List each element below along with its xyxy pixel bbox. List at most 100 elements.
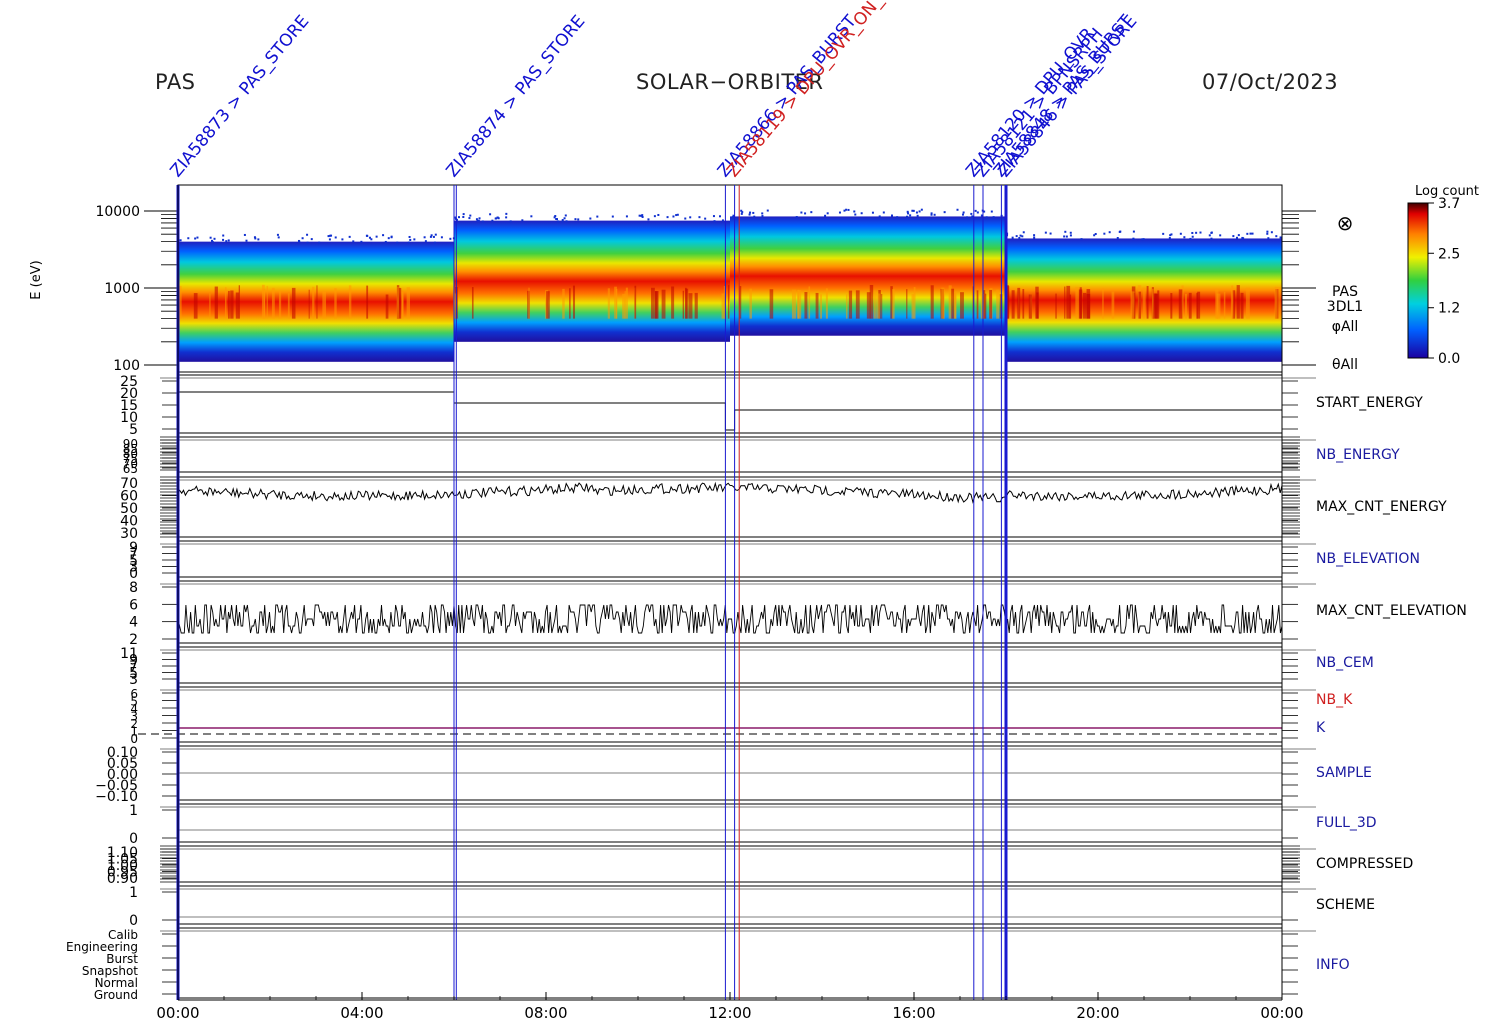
spectrogram-texture (1216, 293, 1221, 319)
spectrogram-texture (848, 290, 853, 319)
spectrogram-speckle (826, 212, 829, 215)
spectrogram-texture (804, 292, 808, 319)
spectrogram-speckle (1236, 236, 1239, 239)
spectrogram-texture (654, 291, 659, 319)
spectrogram-speckle (440, 236, 443, 239)
spectrogram-texture (1138, 291, 1142, 319)
spectrogram-speckle (761, 215, 764, 218)
spectrogram-speckle (352, 240, 355, 243)
spectrogram-texture (1055, 293, 1057, 319)
spectrogram-texture (873, 290, 876, 319)
spectrogram-speckle (1242, 237, 1245, 240)
panel-tick-label: 1 (129, 803, 138, 819)
spectrogram-speckle (933, 213, 936, 216)
spectrogram-speckle (423, 236, 426, 239)
spectrogram-panel: 10000 1000 100 E (eV) ⊗ PAS3DL1 φAll θAll (29, 184, 1363, 374)
spectrogram-speckle (718, 215, 721, 218)
spectrogram-speckle (409, 238, 412, 241)
spectrogram-texture (1064, 286, 1066, 319)
spectrogram-speckle (909, 214, 912, 217)
panel-tick-label: 3 (129, 672, 138, 688)
spectrogram-speckle (509, 220, 512, 223)
panel-label-k: K (1316, 720, 1326, 736)
spectrogram-speckle (985, 216, 988, 219)
spectrogram-texture (1184, 293, 1187, 319)
spectrogram-texture (727, 285, 730, 319)
energy-axis-label: E (eV) (29, 260, 44, 299)
spectrogram-speckle (1208, 234, 1211, 237)
spectrogram-speckle (795, 216, 798, 219)
spectrogram-speckle (1179, 232, 1182, 235)
spectrogram-speckle (563, 217, 566, 220)
spectrogram-speckle (956, 208, 959, 211)
panel-label-nb_elevation: NB_ELEVATION (1316, 551, 1420, 567)
pas-summary-chart: 100001000100E (eV)⊗PAS3DL1φAllθAll START… (29, 0, 1479, 1020)
spectrogram-speckle (298, 240, 301, 243)
spectrogram-texture (1223, 291, 1226, 319)
panel-tick-label: 65 (123, 462, 138, 476)
spectrogram-texture (1188, 292, 1192, 319)
spectrogram-speckle (179, 239, 182, 242)
spectrogram-speckle (915, 211, 918, 214)
spectrogram-block (454, 220, 730, 342)
spectrogram-side-label: θAll (1332, 357, 1358, 373)
energy-tick-label: 1000 (104, 281, 140, 297)
spectrogram-speckle (1069, 234, 1072, 237)
spectrogram-speckle (277, 236, 280, 239)
spectrogram-speckle (990, 210, 993, 213)
spectrogram-speckle (853, 210, 856, 213)
spectrogram-speckle (375, 235, 378, 238)
spectrogram-speckle (348, 235, 351, 238)
spectrogram-speckle (713, 220, 716, 223)
spectrogram-speckle (1065, 235, 1068, 238)
spectrogram-speckle (740, 209, 743, 212)
panel-label-full_3d: FULL_3D (1316, 815, 1377, 831)
spectrogram-speckle (930, 212, 933, 215)
spectrogram-texture (651, 287, 655, 319)
spectrogram-speckle (329, 234, 332, 237)
spectrogram-texture (960, 292, 964, 319)
spectrogram-speckle (245, 239, 248, 242)
spectrogram-speckle (481, 220, 484, 223)
spectrogram-texture (1157, 290, 1160, 319)
spectrogram-speckle (1246, 232, 1249, 235)
spectrogram-texture (808, 286, 811, 319)
panel-label-start_energy: START_ENERGY (1316, 395, 1423, 411)
spectrogram-speckle (434, 233, 437, 236)
spectrogram-speckle (213, 237, 216, 240)
spectrogram-texture (634, 285, 637, 319)
spectrogram-texture (1178, 289, 1183, 319)
spectrogram-speckle (476, 219, 479, 222)
spectrogram-speckle (1132, 230, 1135, 233)
spectrogram-speckle (1183, 236, 1186, 239)
spectrogram-speckle (413, 238, 416, 241)
spectrogram-speckle (589, 217, 592, 220)
spectrogram-speckle (1018, 236, 1021, 239)
spectrogram-speckle (647, 218, 650, 221)
spectrogram-speckle (962, 211, 965, 214)
spectrogram-texture (334, 288, 337, 319)
spectrogram-speckle (1132, 237, 1135, 240)
spectrogram-speckle (210, 239, 213, 242)
spectrogram-texture (1236, 285, 1240, 319)
spectrogram-speckle (611, 215, 614, 218)
spectrogram-texture (1245, 287, 1250, 319)
spectrogram-speckle (478, 217, 481, 220)
spectrogram-speckle (596, 215, 599, 218)
spectrogram-speckle (1069, 231, 1072, 234)
panel-label-nb_k: NB_K (1316, 692, 1353, 708)
time-tick-label: 16:00 (892, 1004, 935, 1020)
spectrogram-texture (1197, 291, 1201, 319)
spectrogram-speckle (1033, 234, 1036, 237)
spectrogram-speckle (1063, 235, 1066, 238)
spectrogram-speckle (462, 216, 465, 219)
spectrogram-speckle (918, 210, 921, 213)
spectrogram-speckle (761, 212, 764, 215)
spectrogram-texture (797, 289, 802, 319)
spectrogram-texture (1028, 294, 1032, 319)
spectrogram-texture (1102, 288, 1104, 319)
spectrogram-speckle (489, 213, 492, 216)
spectrogram-speckle (871, 211, 874, 214)
spectrogram-speckle (301, 237, 304, 240)
spectrogram-speckle (1103, 232, 1106, 235)
